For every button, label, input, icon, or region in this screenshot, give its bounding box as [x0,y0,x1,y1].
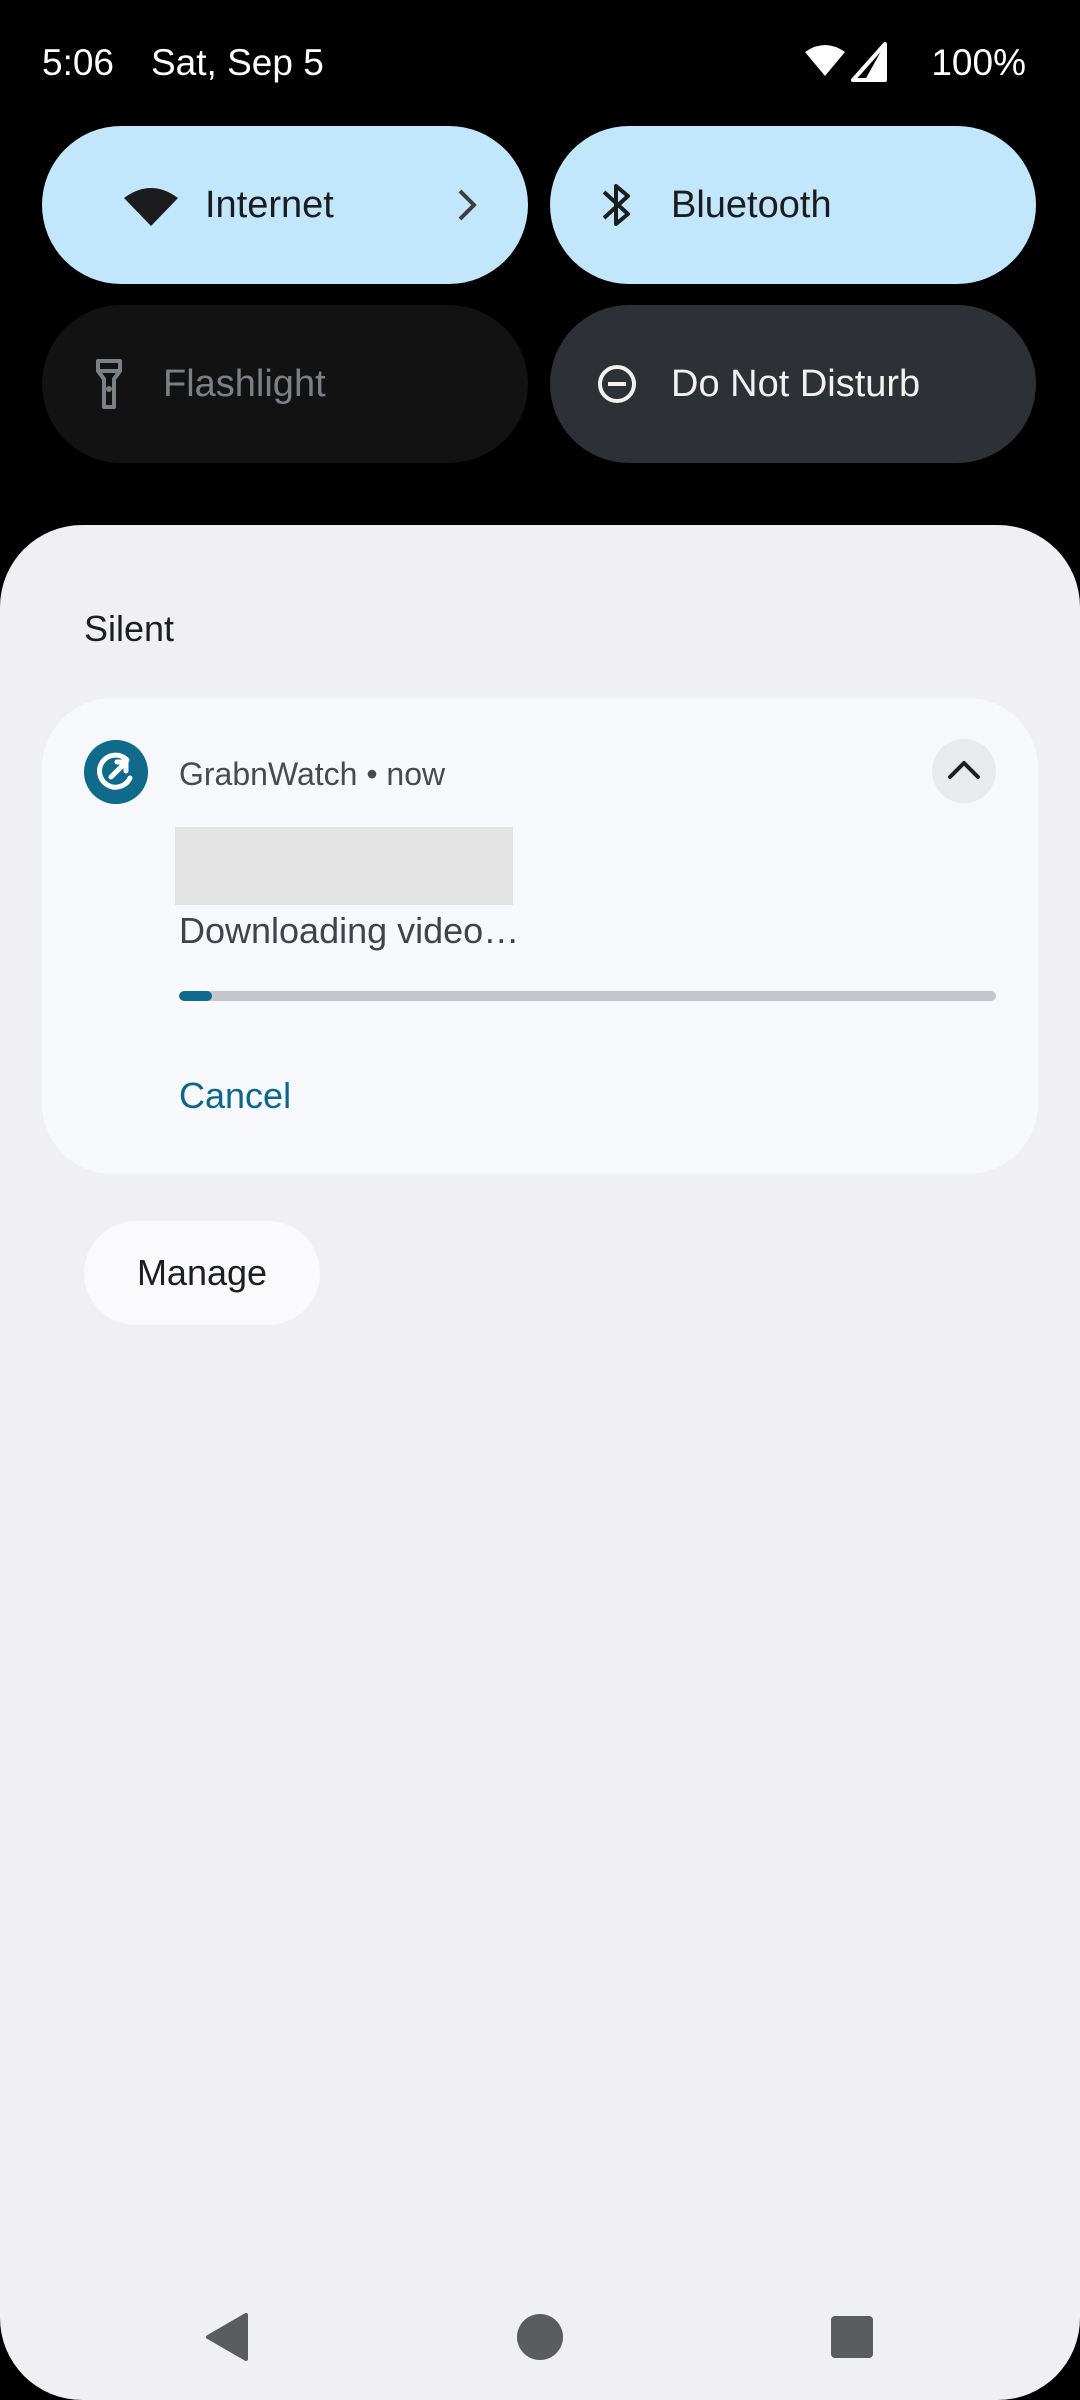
notification-app-name: GrabnWatch • now [179,756,446,792]
home-icon[interactable] [516,2313,564,2361]
do-not-disturb-icon [598,365,636,403]
tile-do-not-disturb-label: Do Not Disturb [671,362,921,405]
notification-title-placeholder [175,827,513,905]
wifi-icon [124,188,178,226]
chevron-up-icon [948,761,980,779]
grabnwatch-app-icon [84,740,148,804]
tile-internet-label: Internet [205,183,334,226]
status-date: Sat, Sep 5 [151,42,324,83]
tile-flashlight[interactable]: Flashlight [42,305,528,463]
status-bar: 5:06 Sat, Sep 5 100% [0,0,1080,128]
chevron-right-icon [458,189,477,221]
status-time: 5:06 [42,42,115,83]
flashlight-icon [96,359,122,409]
download-progress-fill [179,991,212,1001]
status-icons [805,42,887,82]
tile-internet[interactable]: Internet [42,126,528,284]
back-icon[interactable] [204,2311,250,2363]
cancel-button[interactable]: Cancel [179,1075,291,1117]
cell-signal-icon [851,42,887,82]
wifi-icon [805,45,845,76]
tile-flashlight-label: Flashlight [163,362,326,405]
collapse-button[interactable] [932,739,996,803]
recents-icon[interactable] [830,2315,874,2359]
status-battery: 100% [931,42,1026,83]
download-progress-bar [179,991,996,1001]
tile-bluetooth-label: Bluetooth [671,183,832,226]
tile-do-not-disturb[interactable]: Do Not Disturb [550,305,1036,463]
tile-bluetooth[interactable]: Bluetooth [550,126,1036,284]
notification-text: Downloading video… [179,910,520,951]
manage-button[interactable]: Manage [84,1221,320,1325]
bluetooth-icon [602,184,630,226]
section-title-silent: Silent [84,608,175,649]
